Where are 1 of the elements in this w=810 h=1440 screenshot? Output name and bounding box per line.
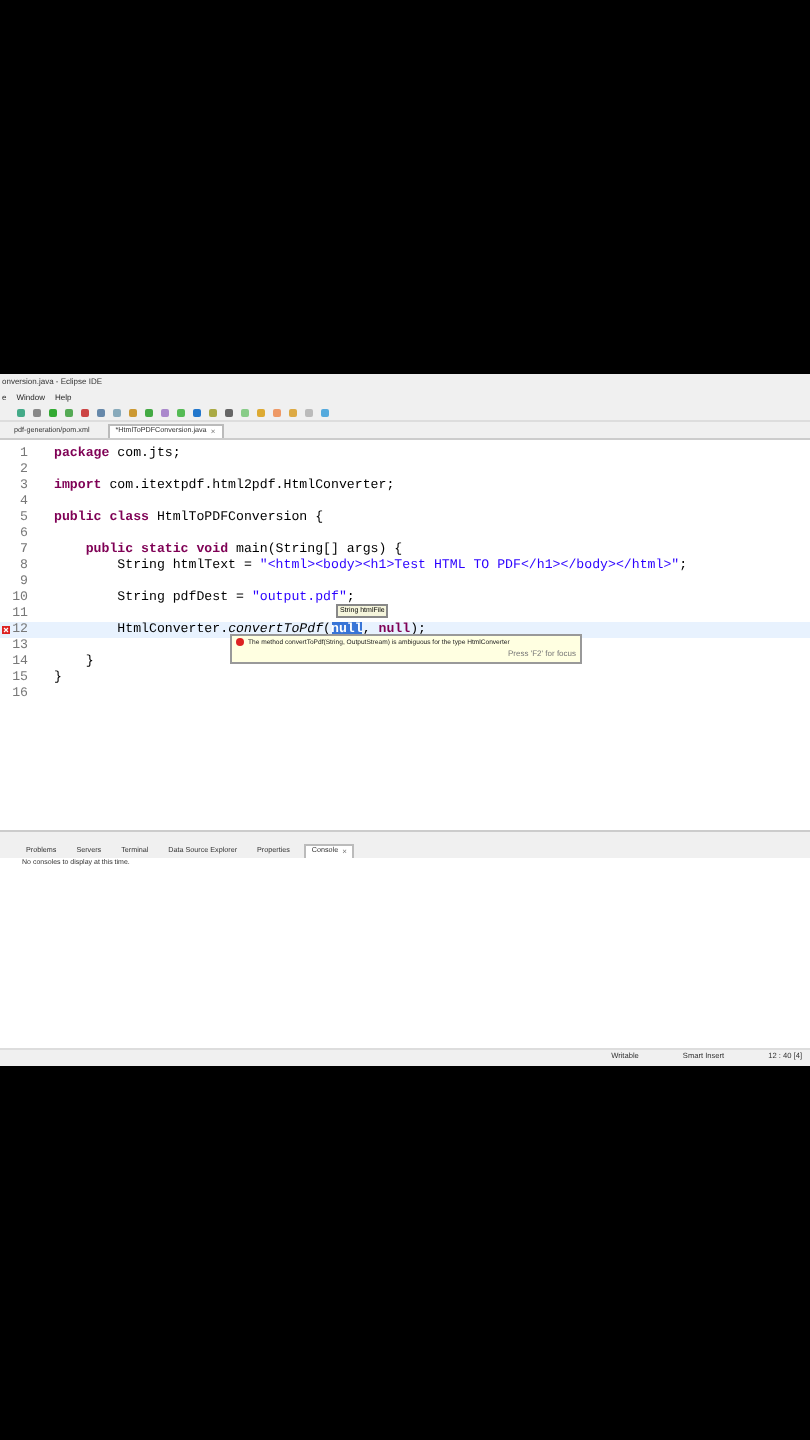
error-icon	[236, 638, 244, 647]
